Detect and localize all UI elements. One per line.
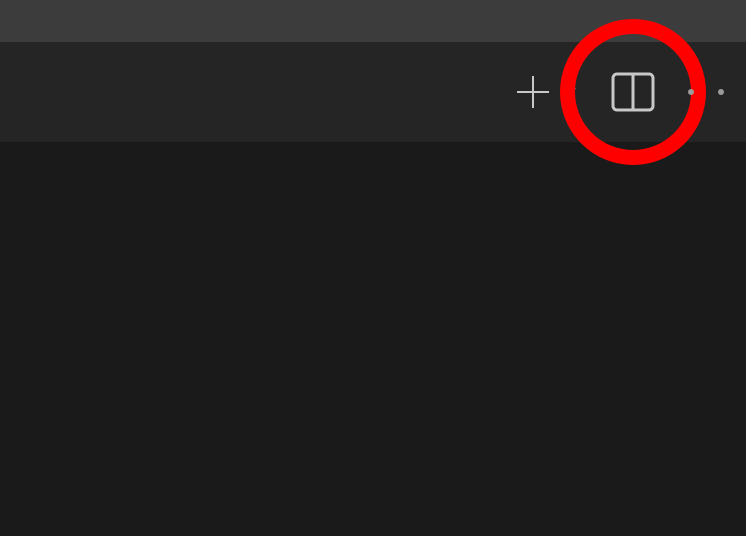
menu-dot-1[interactable]: [684, 85, 698, 99]
split-layout-icon: [611, 72, 655, 112]
toolbar: [0, 42, 746, 142]
split-layout-button[interactable]: [604, 63, 662, 121]
dot-icon: [688, 89, 694, 95]
chevron-down-icon: [559, 86, 577, 98]
add-button[interactable]: [510, 69, 556, 115]
expand-button[interactable]: [558, 69, 578, 115]
title-bar: [0, 0, 746, 42]
content-area: [0, 142, 746, 536]
dot-icon: [718, 89, 724, 95]
menu-dot-2[interactable]: [714, 85, 728, 99]
plus-icon: [513, 72, 553, 112]
